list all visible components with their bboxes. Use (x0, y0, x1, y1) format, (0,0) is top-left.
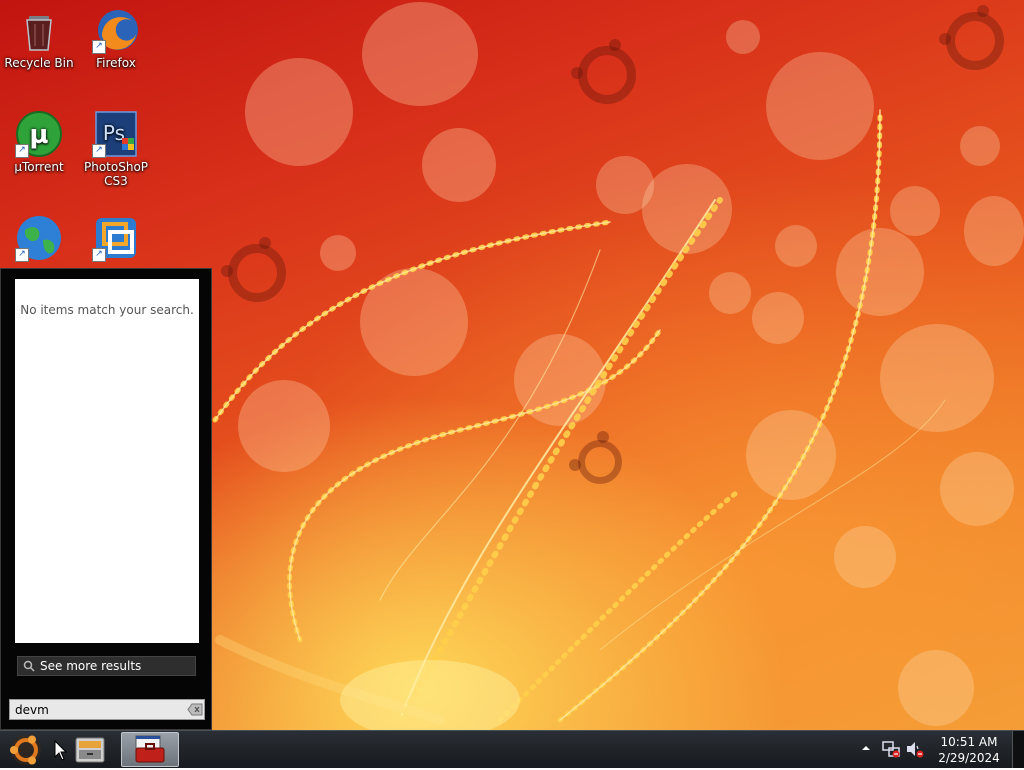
desktop-icon-internet[interactable]: ↗ (1, 214, 77, 264)
clock-date: 2/29/2024 (938, 751, 1000, 765)
taskbar: 10:51 AM 2/29/2024 (0, 730, 1024, 768)
vmware-icon: ↗ (92, 214, 140, 262)
system-clock[interactable]: 10:51 AM 2/29/2024 (930, 734, 1008, 766)
show-desktop-button[interactable] (1012, 731, 1024, 768)
toolbox-icon (135, 735, 165, 763)
shortcut-arrow-icon: ↗ (92, 144, 106, 158)
clock-time: 10:51 AM (940, 735, 998, 749)
desktop-icon-label: Recycle Bin (4, 56, 74, 70)
firefox-icon: ↗ (92, 6, 140, 54)
recycle-bin-icon (15, 6, 63, 54)
ubuntu-start-icon (10, 735, 41, 765)
taskbar-file-manager-button[interactable] (70, 734, 110, 766)
no-results-message: No items match your search. (20, 303, 194, 317)
desktop-icon-label: PhotoShoP CS3 (83, 160, 149, 188)
desktop-icon-label: µTorrent (14, 160, 64, 174)
photoshop-icon: Ps ↗ (92, 110, 140, 158)
start-button[interactable] (8, 733, 44, 767)
mouse-cursor-icon (54, 740, 68, 761)
start-search-input[interactable] (9, 699, 205, 720)
desktop-icon-photoshop[interactable]: Ps ↗ PhotoShoP CS3 (78, 110, 154, 188)
shortcut-arrow-icon: ↗ (92, 248, 106, 262)
search-results-pane: No items match your search. (15, 279, 199, 643)
file-manager-icon (75, 737, 105, 763)
search-icon (23, 660, 35, 672)
shortcut-arrow-icon: ↗ (15, 248, 29, 262)
shortcut-arrow-icon: ↗ (92, 40, 106, 54)
utorrent-icon: µ ↗ (15, 110, 63, 158)
see-more-label: See more results (40, 659, 142, 673)
svg-text:µ: µ (29, 120, 48, 150)
see-more-results-button[interactable]: See more results (17, 656, 196, 676)
svg-text:Ps: Ps (103, 121, 125, 145)
show-hidden-icons-button[interactable] (861, 743, 871, 753)
desktop-icon-label: Firefox (96, 56, 136, 70)
internet-globe-icon: ↗ (15, 214, 63, 262)
desktop-icon-recycle-bin[interactable]: Recycle Bin (1, 6, 77, 70)
desktop-icon-utorrent[interactable]: µ ↗ µTorrent (1, 110, 77, 174)
clear-search-icon[interactable] (187, 703, 203, 716)
shortcut-arrow-icon: ↗ (15, 144, 29, 158)
volume-icon[interactable] (905, 739, 925, 759)
desktop-icon-vmware[interactable]: ↗ (78, 214, 154, 264)
start-menu: No items match your search. See more res… (0, 268, 212, 730)
desktop-icon-firefox[interactable]: ↗ Firefox (78, 6, 154, 70)
network-icon[interactable] (881, 739, 901, 759)
taskbar-toolbox-button[interactable] (121, 732, 179, 767)
